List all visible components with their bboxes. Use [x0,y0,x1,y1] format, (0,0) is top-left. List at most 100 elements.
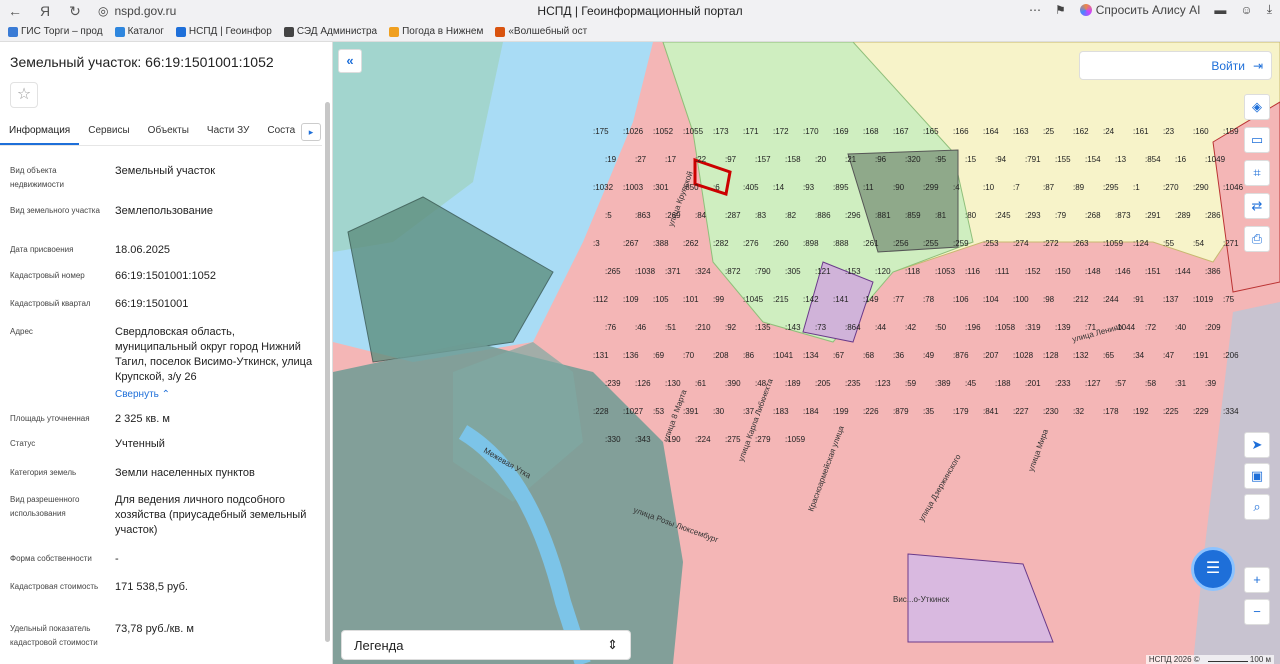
parcel-label: :137 [1163,295,1179,304]
share-icon[interactable]: ⇄ [1244,193,1270,219]
parcel-label: :157 [755,155,771,164]
reload-icon[interactable]: ↻ [60,3,90,20]
parcel-label: :1026 [623,127,644,136]
address-bar[interactable]: ◎ nspd.gov.ru [98,4,176,18]
more-icon[interactable]: ⋯ [1029,3,1041,17]
zoom-in-icon[interactable]: + [1244,567,1270,593]
parcel-label: :112 [593,295,609,304]
parcel-label: :1028 [1013,351,1034,360]
parcel-label: :143 [785,323,801,332]
parcel-label: :879 [893,407,909,416]
layers-icon[interactable]: ◈ [1244,94,1270,120]
parcel-label: :49 [923,351,935,360]
tabs-scroll-right-icon[interactable]: ▸ [301,123,321,141]
map-canvas[interactable]: :175:1026:1052:1055:173:171:172:170:169:… [333,42,1280,664]
parcel-label: :25 [1043,127,1055,136]
parcel-label: :210 [695,323,711,332]
parcel-label: :123 [875,379,891,388]
parcel-label: :77 [893,295,905,304]
parcel-label: :178 [1103,407,1119,416]
search-map-icon[interactable]: ⌕ [1244,494,1270,520]
parcel-label: :1038 [635,267,656,276]
parcel-label: :895 [833,183,849,192]
parcel-label: :82 [785,211,797,220]
parcel-label: :90 [893,183,905,192]
print-icon[interactable]: ⎙ [1244,226,1270,252]
collapse-link[interactable]: Свернуть ⌃ [115,387,315,402]
property-value: Учтенный [115,438,165,450]
login-label: Войти [1211,58,1245,73]
property-label: Вид земельного участка [10,206,100,215]
parcel-label: :888 [833,239,849,248]
parcel-label: :1019 [1193,295,1214,304]
parcel-label: :72 [1145,323,1157,332]
parcel-label: :287 [725,211,741,220]
parcel-label: :131 [593,351,609,360]
tab-parts[interactable]: Части ЗУ [198,120,258,145]
tab-info[interactable]: Информация [0,120,80,145]
property-value: 2 325 кв. м [115,413,170,425]
bookmark-item[interactable]: «Волшебный ост [495,26,587,37]
monitor-icon[interactable]: ▣ [1244,463,1270,489]
favorite-star-icon[interactable]: ☆ [10,82,38,108]
back-icon[interactable]: ← [0,3,30,19]
parcel-label: :106 [953,295,969,304]
parcel-label: :162 [1073,127,1089,136]
parcel-label: :230 [1043,407,1059,416]
parcel-label: :391 [683,407,699,416]
collapse-panel-button[interactable]: « [338,49,362,73]
street-label: Вис...о-Уткинск [893,595,950,604]
parcel-label: :46 [635,323,647,332]
tab-composition[interactable]: Соста [258,120,304,145]
bookmark-icon[interactable]: ⚑ [1055,3,1066,17]
parcel-label: :132 [1073,351,1089,360]
parcel-title: Земельный участок: 66:19:1501001:1052 [10,54,274,70]
zoom-out-icon[interactable]: − [1244,599,1270,625]
parcel-label: :270 [1163,183,1179,192]
bookmarks-bar: ГИС Торги – прод Каталог НСПД | Геоинфор… [0,22,1280,42]
chat-button[interactable]: ☰ [1191,547,1235,591]
bookmark-item[interactable]: ГИС Торги – прод [8,26,103,37]
parcel-label: :390 [725,379,741,388]
site-info-icon[interactable]: ◎ [98,4,108,18]
bookmark-item[interactable]: Погода в Нижнем [389,26,483,37]
parcel-label: :255 [923,239,939,248]
parcel-label: :87 [1043,183,1055,192]
legend-select[interactable]: Легенда ⇕ [341,630,631,660]
tab-objects[interactable]: Объекты [139,120,198,145]
parcel-label: :150 [1055,267,1071,276]
parcel-label: :226 [863,407,879,416]
yandex-icon[interactable]: Я [30,3,60,19]
parcel-label: :97 [725,155,737,164]
bookmark-item[interactable]: Каталог [114,26,164,37]
parcel-label: :95 [935,155,947,164]
parcel-label: :175 [593,127,609,136]
cadastral-number-value: 66:19:1501001:1052 [115,270,216,282]
parcel-label: :253 [983,239,999,248]
extensions-icon[interactable]: ▬ [1214,3,1226,17]
parcel-label: :183 [773,407,789,416]
ruler-icon[interactable]: ▭ [1244,127,1270,153]
bookmark-item[interactable]: НСПД | Геоинфор [175,26,272,37]
property-value: Для ведения личного подсобного хозяйства… [115,494,307,536]
bookmark-label: ГИС Торги – прод [21,26,103,37]
select-area-icon[interactable]: ⌗ [1244,160,1270,186]
parcel-label: :1053 [935,267,956,276]
bookmark-label: Погода в Нижнем [402,26,484,37]
parcel-label: :20 [815,155,827,164]
panel-scrollbar[interactable] [325,102,330,642]
parcel-label: :109 [623,295,639,304]
parcel-label: :31 [1175,379,1187,388]
locate-icon[interactable]: ➤ [1244,432,1270,458]
parcel-label: :83 [755,211,767,220]
profile-icon[interactable]: ☺ [1240,3,1252,17]
download-icon[interactable]: ⤓ [1267,2,1272,17]
bookmark-item[interactable]: СЭД Администра [283,26,377,37]
parcel-label: :343 [635,435,651,444]
tab-services[interactable]: Сервисы [79,120,138,145]
parcel-label: :65 [1103,351,1115,360]
parcel-label: :111 [995,267,1010,276]
alice-button[interactable]: Спросить Алису AI [1079,3,1200,17]
parcel-label: :159 [1223,127,1239,136]
login-button[interactable]: Войти ⇥ [1079,51,1272,80]
